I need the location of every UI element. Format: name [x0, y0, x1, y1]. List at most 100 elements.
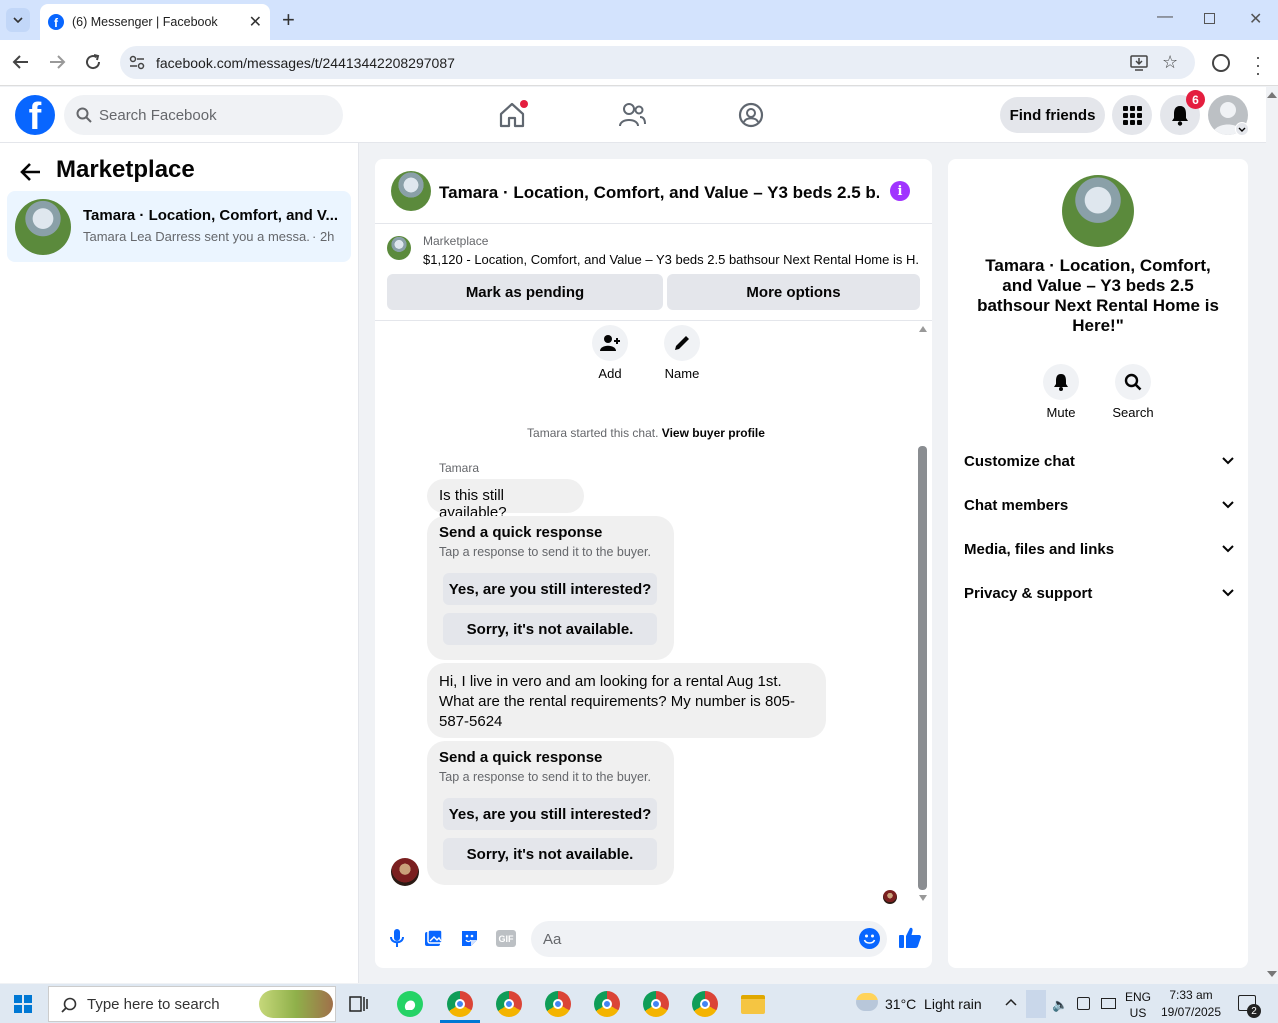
volume-icon[interactable]: 🔈: [1052, 997, 1068, 1013]
quick-response-card: Send a quick response Tap a response to …: [427, 516, 674, 660]
sender-avatar[interactable]: [391, 858, 419, 886]
photo-icon[interactable]: [424, 929, 443, 947]
like-thumb-icon[interactable]: [898, 926, 922, 949]
media-files-links-section[interactable]: Media, files and links: [964, 537, 1234, 561]
chat-header-avatar[interactable]: [391, 171, 431, 211]
conversation-list-item[interactable]: Tamara · Location, Comfort, and V... Tam…: [7, 191, 351, 262]
file-explorer-taskbar-icon[interactable]: [741, 995, 765, 1014]
pen-tray-icon[interactable]: [1026, 990, 1046, 1018]
message-composer-input[interactable]: Aa: [531, 921, 887, 957]
message-bubble[interactable]: Hi, I live in vero and am looking for a …: [427, 663, 826, 738]
browser-menu-icon[interactable]: · · ·: [1255, 48, 1261, 82]
listing-description[interactable]: $1,120 - Location, Comfort, and Value – …: [423, 252, 918, 267]
search-icon: [1124, 373, 1142, 391]
new-tab-button[interactable]: +: [282, 9, 295, 31]
action-center-badge: 2: [1247, 1004, 1261, 1018]
more-options-button[interactable]: More options: [667, 274, 920, 310]
scroll-up-arrow[interactable]: [919, 326, 927, 332]
groups-nav-icon[interactable]: [738, 102, 764, 128]
mark-pending-button[interactable]: Mark as pending: [387, 274, 663, 310]
language-indicator[interactable]: ENG US: [1124, 989, 1152, 1021]
show-hidden-icons-icon[interactable]: [1005, 998, 1017, 1006]
facebook-logo-icon[interactable]: f: [15, 95, 55, 135]
minimize-window-button[interactable]: —: [1157, 8, 1173, 26]
message-bubble[interactable]: Is this still available?: [427, 479, 584, 521]
quick-response-subtitle: Tap a response to send it to the buyer.: [439, 545, 651, 559]
search-icon: [76, 107, 92, 123]
quick-reply-sorry-button[interactable]: Sorry, it's not available.: [443, 838, 657, 870]
chat-members-section[interactable]: Chat members: [964, 493, 1234, 517]
listing-thumbnail[interactable]: [387, 236, 411, 260]
quick-reply-yes-button[interactable]: Yes, are you still interested?: [443, 798, 657, 830]
chrome-taskbar-icon[interactable]: [594, 991, 620, 1017]
browser-tab[interactable]: f (6) Messenger | Facebook ✕: [40, 4, 270, 40]
conversation-preview: Tamara Lea Darress sent you a messa...: [83, 229, 309, 244]
page-scroll-up-arrow[interactable]: [1267, 92, 1277, 98]
composer-placeholder: Aa: [543, 930, 562, 948]
scrollbar-thumb[interactable]: [918, 446, 927, 890]
section-label: Customize chat: [964, 452, 1075, 470]
find-friends-button[interactable]: Find friends: [1000, 97, 1105, 133]
windows-start-icon[interactable]: [14, 995, 32, 1013]
conversations-sidebar: [0, 143, 359, 983]
pencil-icon: [675, 336, 689, 350]
url-text: facebook.com/messages/t/2441344220829708…: [156, 54, 455, 71]
close-tab-icon[interactable]: ✕: [249, 12, 262, 32]
back-arrow-icon[interactable]: [20, 162, 42, 182]
profile-icon[interactable]: [1212, 54, 1230, 72]
chat-scrollbar[interactable]: [917, 324, 929, 904]
page-scroll-down-arrow[interactable]: [1267, 971, 1277, 977]
chat-started-notice: Tamara started this chat. View buyer pro…: [375, 426, 917, 440]
chat-header-title[interactable]: Tamara · Location, Comfort, and Value – …: [439, 183, 879, 203]
forward-icon[interactable]: [48, 53, 66, 71]
add-person-button[interactable]: [592, 325, 628, 361]
site-info-icon[interactable]: [129, 55, 145, 71]
customize-chat-section[interactable]: Customize chat: [964, 449, 1234, 473]
privacy-support-section[interactable]: Privacy & support: [964, 581, 1234, 605]
chrome-taskbar-icon[interactable]: [496, 991, 522, 1017]
bell-icon: [1054, 374, 1068, 391]
scroll-down-arrow[interactable]: [919, 895, 927, 901]
clock[interactable]: 7:33 am 19/07/2025: [1158, 987, 1224, 1021]
menu-button[interactable]: [1112, 95, 1152, 135]
gif-icon[interactable]: GIF: [496, 930, 516, 947]
taskbar-search-box[interactable]: Type here to search: [48, 986, 336, 1022]
chat-started-text: Tamara started this chat.: [527, 426, 659, 440]
close-window-button[interactable]: ✕: [1249, 9, 1262, 29]
chrome-taskbar-icon[interactable]: [692, 991, 718, 1017]
reload-icon[interactable]: [84, 53, 102, 71]
facebook-search-input[interactable]: Search Facebook: [64, 95, 343, 135]
mute-button[interactable]: [1043, 364, 1079, 400]
sticker-icon[interactable]: [460, 929, 479, 948]
edit-name-button[interactable]: [664, 325, 700, 361]
weather-text[interactable]: 31°C Light rain: [885, 996, 982, 1012]
meet-now-icon[interactable]: [1077, 997, 1090, 1010]
install-app-icon[interactable]: [1130, 54, 1148, 71]
info-icon[interactable]: i: [890, 181, 910, 201]
tab-title: (6) Messenger | Facebook: [72, 15, 218, 29]
whatsapp-taskbar-icon[interactable]: [397, 991, 423, 1017]
network-icon[interactable]: [1101, 998, 1116, 1009]
emoji-icon[interactable]: [859, 928, 880, 949]
chrome-taskbar-icon[interactable]: [643, 991, 669, 1017]
details-title: Tamara · Location, Comfort, and Value – …: [977, 256, 1219, 335]
bookmark-star-icon[interactable]: ☆: [1162, 52, 1178, 73]
back-icon[interactable]: [12, 53, 30, 71]
friends-nav-icon[interactable]: [619, 102, 646, 127]
quick-reply-sorry-button[interactable]: Sorry, it's not available.: [443, 613, 657, 645]
search-label: Search: [1112, 405, 1154, 420]
task-view-icon[interactable]: [349, 995, 369, 1013]
tab-list-button[interactable]: [6, 8, 30, 32]
voice-clip-icon[interactable]: [389, 928, 405, 948]
notification-badge: 6: [1186, 90, 1205, 109]
chrome-taskbar-icon[interactable]: [545, 991, 571, 1017]
quick-reply-yes-button[interactable]: Yes, are you still interested?: [443, 573, 657, 605]
view-buyer-profile-link[interactable]: View buyer profile: [662, 426, 765, 440]
restore-window-button[interactable]: [1204, 13, 1215, 24]
address-bar[interactable]: facebook.com/messages/t/2441344220829708…: [120, 46, 1195, 79]
details-avatar[interactable]: [1062, 175, 1134, 247]
chevron-down-icon: [13, 17, 23, 23]
weather-icon[interactable]: [856, 993, 878, 1011]
search-chat-button[interactable]: [1115, 364, 1151, 400]
chrome-taskbar-icon[interactable]: [447, 991, 473, 1017]
